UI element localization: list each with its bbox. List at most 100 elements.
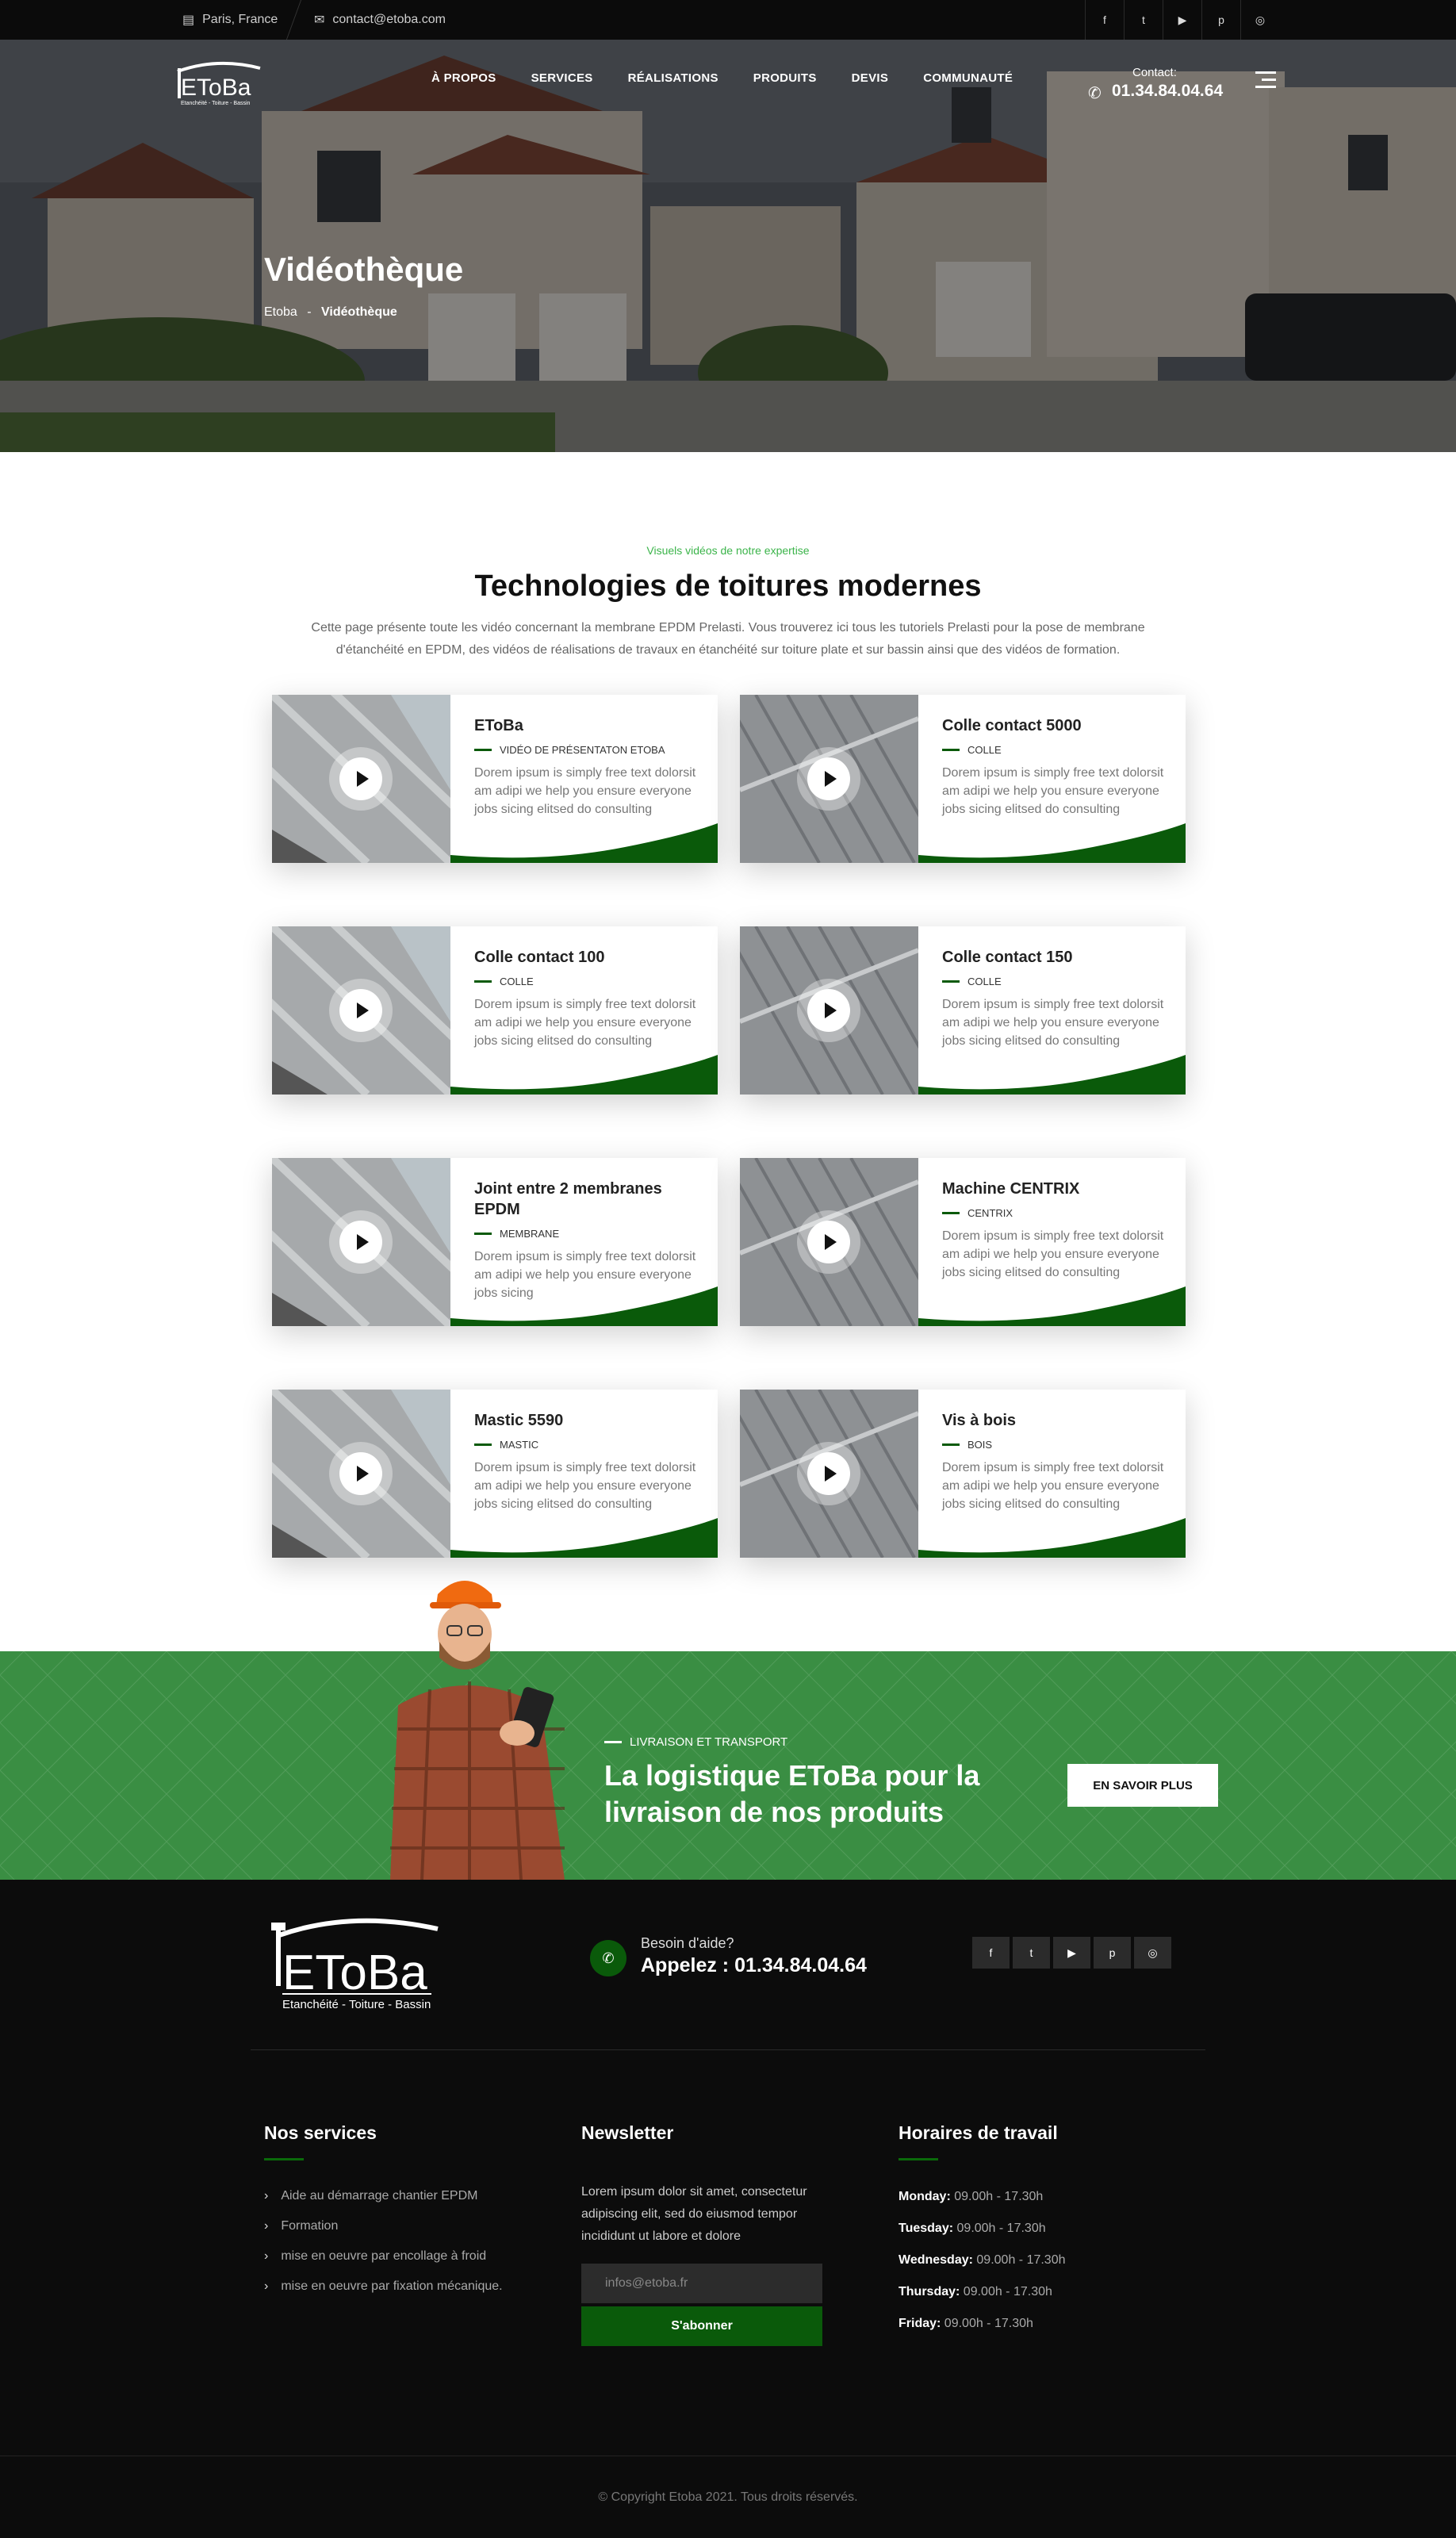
play-icon	[807, 989, 850, 1032]
service-link[interactable]: Aide au démarrage chantier EPDM	[264, 2181, 534, 2211]
breadcrumb: Etoba - Vidéothèque	[264, 305, 397, 320]
card-title[interactable]: Colle contact 150	[942, 947, 1168, 968]
card-text: Dorem ipsum is simply free text dolorsit…	[942, 998, 1164, 1048]
play-button[interactable]	[329, 1210, 393, 1274]
video-card[interactable]: Vis à bois BOIS Dorem ipsum is simply free…	[740, 1390, 1186, 1558]
play-button[interactable]	[329, 747, 393, 811]
play-icon	[807, 757, 850, 800]
hours-row: Tuesday: 09.00h - 17.30h	[899, 2222, 1046, 2235]
newsletter-email-input[interactable]: infos@etoba.fr	[581, 2264, 822, 2303]
facebook-icon[interactable]: f	[1085, 0, 1124, 40]
card-body: EToBa VIDÉO DE PRÉSENTATON ETOBA Dorem ips…	[474, 715, 700, 819]
video-card[interactable]: Mastic 5590 MASTIC Dorem ipsum is simply f…	[272, 1390, 718, 1558]
instagram-icon[interactable]: ◎	[1240, 0, 1279, 40]
card-category: MEMBRANE	[474, 1228, 700, 1240]
pinterest-icon[interactable]: p	[1201, 0, 1240, 40]
phone-icon: ✆	[1088, 85, 1102, 102]
card-title[interactable]: EToBa	[474, 715, 700, 736]
newsletter-column: Newsletter Lorem ipsum dolor sit amet, c…	[581, 2122, 835, 2346]
service-link[interactable]: Formation	[264, 2211, 534, 2241]
newsletter-title: Newsletter	[581, 2122, 674, 2143]
card-category: COLLE	[942, 744, 1168, 756]
card-title[interactable]: Machine CENTRIX	[942, 1179, 1168, 1199]
card-category: CENTRIX	[942, 1207, 1168, 1219]
video-card[interactable]: Colle contact 5000 COLLE Dorem ipsum is si…	[740, 695, 1186, 863]
envelope-icon: ✉	[314, 13, 325, 27]
youtube-icon[interactable]: ▶	[1163, 0, 1201, 40]
twitter-icon[interactable]: t	[1124, 0, 1163, 40]
email-info[interactable]: ✉ contact@etoba.com	[314, 12, 446, 28]
card-title[interactable]: Colle contact 100	[474, 947, 700, 968]
twitter-icon[interactable]: t	[1013, 1937, 1050, 1969]
play-button[interactable]	[797, 747, 860, 811]
play-button[interactable]	[797, 1442, 860, 1505]
logo-tagline: Etanchéité - Toiture - Bassin	[181, 101, 251, 106]
service-link[interactable]: mise en oeuvre par fixation mécanique.	[264, 2272, 534, 2302]
video-card[interactable]: Joint entre 2 membranes EPDM MEMBRANE Dore…	[272, 1158, 718, 1326]
nav-item-communaute[interactable]: COMMUNAUTÉ	[906, 71, 1030, 85]
nav-item-realisations[interactable]: RÉALISATIONS	[611, 71, 736, 85]
card-text: Dorem ipsum is simply free text dolorsit…	[474, 766, 696, 816]
nav-item-produits[interactable]: PRODUITS	[736, 71, 834, 85]
card-text: Dorem ipsum is simply free text dolorsit…	[942, 766, 1164, 816]
learn-more-button[interactable]: EN SAVOIR PLUS	[1067, 1764, 1218, 1807]
email-link[interactable]: contact@etoba.com	[332, 13, 446, 27]
nav-item-devis[interactable]: DEVIS	[834, 71, 906, 85]
site-logo[interactable]: EToBa Etanchéité - Toiture - Bassin	[170, 56, 265, 111]
card-title[interactable]: Joint entre 2 membranes EPDM	[474, 1179, 700, 1220]
nav-item-a-propos[interactable]: À PROPOS	[414, 71, 514, 85]
video-card[interactable]: Colle contact 100 COLLE Dorem ipsum is sim…	[272, 926, 718, 1095]
video-thumbnail[interactable]	[740, 1158, 918, 1326]
subscribe-button[interactable]: S'abonner	[581, 2306, 822, 2346]
contact-phone[interactable]: 01.34.84.04.64	[1112, 82, 1223, 101]
card-wave	[450, 1286, 718, 1326]
video-thumbnail[interactable]	[272, 1158, 450, 1326]
facebook-icon[interactable]: f	[972, 1937, 1010, 1969]
location-text: Paris, France	[202, 13, 278, 26]
hero-banner: EToBa Etanchéité - Toiture - Bassin À PR…	[0, 40, 1456, 452]
services-column: Nos services Aide au démarrage chantier …	[264, 2122, 534, 2302]
play-button[interactable]	[797, 979, 860, 1042]
card-title[interactable]: Vis à bois	[942, 1410, 1168, 1431]
video-thumbnail[interactable]	[272, 926, 450, 1095]
nav-item-services[interactable]: SERVICES	[514, 71, 611, 85]
video-card[interactable]: Colle contact 150 COLLE Dorem ipsum is sim…	[740, 926, 1186, 1095]
footer-socials: f t ▶ p ◎	[972, 1937, 1171, 1969]
breadcrumb-home[interactable]: Etoba	[264, 305, 297, 319]
footer-logo-text: EToBa	[282, 1946, 427, 2000]
play-button[interactable]	[329, 1442, 393, 1505]
card-wave	[450, 823, 718, 863]
card-wave	[918, 1518, 1186, 1558]
card-wave	[918, 1055, 1186, 1095]
services-title: Nos services	[264, 2122, 377, 2143]
card-wave	[450, 1518, 718, 1558]
video-thumbnail[interactable]	[740, 926, 918, 1095]
instagram-icon[interactable]: ◎	[1134, 1937, 1171, 1969]
hours-row: Monday: 09.00h - 17.30h	[899, 2190, 1044, 2203]
video-thumbnail[interactable]	[272, 695, 450, 863]
play-button[interactable]	[797, 1210, 860, 1274]
card-body: Colle contact 150 COLLE Dorem ipsum is sim…	[942, 947, 1168, 1050]
play-icon	[339, 1221, 382, 1263]
card-title[interactable]: Mastic 5590	[474, 1410, 700, 1431]
video-thumbnail[interactable]	[272, 1390, 450, 1558]
video-card[interactable]: EToBa VIDÉO DE PRÉSENTATON ETOBA Dorem ips…	[272, 695, 718, 863]
video-thumbnail[interactable]	[740, 695, 918, 863]
location-info: ▤ Paris, France	[182, 12, 278, 28]
card-category: MASTIC	[474, 1439, 700, 1451]
play-icon	[339, 989, 382, 1032]
hours-row: Thursday: 09.00h - 17.30h	[899, 2285, 1052, 2298]
footer-logo[interactable]: EToBa Etanchéité - Toiture - Bassin	[265, 1911, 441, 2015]
play-button[interactable]	[329, 979, 393, 1042]
service-link[interactable]: mise en oeuvre par encollage à froid	[264, 2241, 534, 2272]
video-thumbnail[interactable]	[740, 1390, 918, 1558]
youtube-icon[interactable]: ▶	[1053, 1937, 1090, 1969]
pinterest-icon[interactable]: p	[1094, 1937, 1131, 1969]
help-phone[interactable]: Appelez : 01.34.84.04.64	[641, 1954, 867, 1977]
menu-icon[interactable]	[1255, 71, 1276, 90]
card-title[interactable]: Colle contact 5000	[942, 715, 1168, 736]
footer-logo-tagline: Etanchéité - Toiture - Bassin	[282, 1998, 431, 2011]
hours-row: Friday: 09.00h - 17.30h	[899, 2317, 1033, 2330]
video-card[interactable]: Machine CENTRIX CENTRIX Dorem ipsum is sim…	[740, 1158, 1186, 1326]
card-text: Dorem ipsum is simply free text dolorsit…	[942, 1229, 1164, 1279]
